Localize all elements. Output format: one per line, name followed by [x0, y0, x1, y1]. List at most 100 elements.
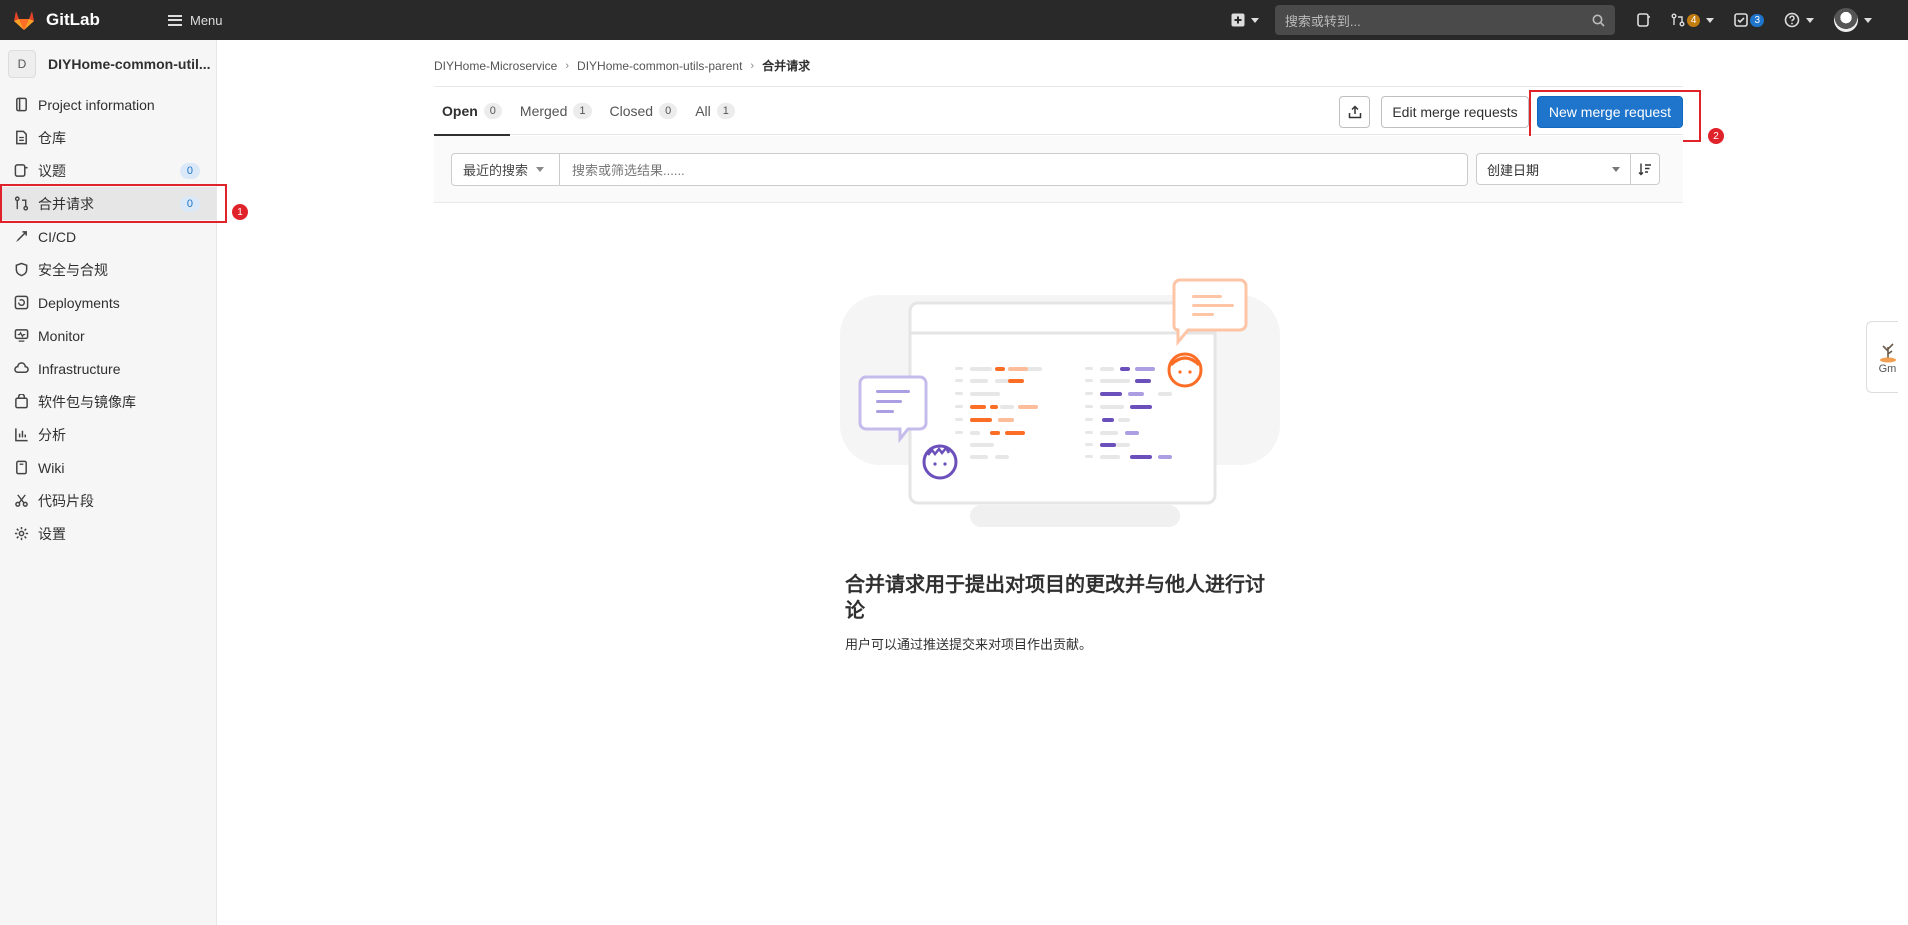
annotation-marker-2: 2 — [1708, 128, 1724, 144]
export-button[interactable] — [1339, 96, 1370, 128]
tab-closed[interactable]: Closed 0 — [602, 87, 686, 135]
issues-nav-button[interactable] — [1627, 0, 1661, 40]
sidebar-item-monitor[interactable]: Monitor — [0, 319, 216, 352]
sidebar-item-label: 代码片段 — [38, 492, 94, 509]
breadcrumb: DIYHome-Microservice › DIYHome-common-ut… — [434, 57, 810, 74]
mr-count-badge: 4 — [1686, 13, 1701, 27]
sidebar-item-wiki[interactable]: Wiki — [0, 451, 216, 484]
book-icon — [13, 460, 29, 476]
sidebar-item-packages-registries[interactable]: 软件包与镜像库 — [0, 385, 216, 418]
breadcrumb-project[interactable]: DIYHome-common-utils-parent — [577, 59, 742, 73]
sidebar-item-analytics[interactable]: 分析 — [0, 418, 216, 451]
merge-requests-nav-button[interactable]: 4 — [1661, 0, 1725, 40]
todos-nav-button[interactable]: 3 — [1724, 0, 1774, 40]
highlight-box-new-merge-request — [1529, 90, 1701, 142]
export-icon — [1348, 105, 1361, 119]
rocket-icon — [13, 229, 29, 245]
illustration-avatar-orange — [1167, 352, 1203, 388]
breadcrumb-group[interactable]: DIYHome-Microservice — [434, 59, 557, 73]
package-icon — [13, 394, 29, 410]
tab-count-badge: 1 — [716, 102, 735, 119]
monitor-icon — [13, 328, 29, 344]
issues-count-badge: 0 — [179, 162, 200, 179]
issues-icon — [13, 163, 29, 179]
sidebar-item-label: 仓库 — [38, 129, 66, 146]
project-name: DIYHome-common-util... — [48, 56, 211, 72]
search-placeholder: 搜索或转到... — [1284, 13, 1361, 29]
chevron-down-icon — [1706, 17, 1715, 23]
global-search-input[interactable]: 搜索或转到... — [1274, 5, 1615, 35]
sidebar-item-deployments[interactable]: Deployments — [0, 286, 216, 319]
sidebar-item-security-compliance[interactable]: 安全与合规 — [0, 253, 216, 286]
sidebar-item-issues[interactable]: 议题 0 — [0, 154, 216, 187]
project-avatar: D — [8, 50, 36, 78]
doc-icon — [13, 130, 29, 146]
sidebar-item-project-information[interactable]: Project information — [0, 88, 216, 121]
edit-merge-requests-button[interactable]: Edit merge requests — [1381, 96, 1529, 128]
empty-state-illustration — [840, 278, 1280, 527]
chevron-down-icon — [1806, 17, 1814, 23]
sort-by-label: 创建日期 — [1487, 162, 1540, 178]
sidebar-item-repository[interactable]: 仓库 — [0, 121, 216, 154]
user-menu-dropdown[interactable] — [1824, 0, 1908, 40]
sidebar-item-label: 软件包与镜像库 — [38, 393, 136, 410]
sidebar-item-snippets[interactable]: 代码片段 — [0, 484, 216, 517]
sidebar-item-label: 设置 — [38, 525, 66, 542]
brand[interactable]: GitLab — [0, 8, 150, 32]
annotation-marker-1: 1 — [232, 204, 248, 220]
plus-square-icon — [1231, 13, 1245, 27]
page-scrollbar[interactable] — [1898, 40, 1908, 925]
tab-label: Open — [442, 102, 478, 119]
tab-count-badge: 1 — [573, 102, 592, 119]
tree-icon — [1879, 343, 1896, 363]
project-sidebar: D DIYHome-common-util... Project informa… — [0, 40, 217, 925]
question-circle-icon — [1784, 12, 1800, 28]
sidebar-item-label: Deployments — [38, 294, 120, 311]
create-new-dropdown[interactable] — [1221, 0, 1269, 40]
sidebar-item-label: Infrastructure — [38, 360, 121, 377]
recent-searches-label: 最近的搜索 — [463, 163, 529, 178]
scissors-icon — [13, 493, 29, 509]
tab-all[interactable]: All 1 — [687, 87, 743, 135]
todo-check-icon — [1734, 13, 1749, 27]
tab-open[interactable]: Open 0 — [434, 87, 510, 136]
breadcrumb-current[interactable]: 合并请求 — [762, 57, 810, 74]
tab-label: Merged — [519, 102, 568, 119]
empty-state-title: 合并请求用于提出对项目的更改并与他人进行讨论 — [845, 574, 1265, 622]
search-icon — [1592, 14, 1605, 27]
sidebar-item-ci-cd[interactable]: CI/CD — [0, 220, 216, 253]
chevron-right-icon: › — [565, 59, 570, 72]
menu-label: Menu — [190, 12, 223, 28]
tab-count-badge: 0 — [659, 102, 678, 119]
brand-name: GitLab — [46, 10, 100, 29]
sidebar-item-label: Wiki — [38, 459, 65, 476]
help-dropdown[interactable] — [1774, 0, 1824, 40]
project-header[interactable]: D DIYHome-common-util... — [0, 40, 216, 88]
hamburger-icon — [168, 14, 182, 26]
tab-merged[interactable]: Merged 1 — [512, 87, 600, 135]
issues-icon — [1637, 13, 1650, 27]
illustration-chat-bubble-purple — [858, 375, 928, 444]
filter-search-input[interactable]: 搜索或筛选结果...... — [559, 153, 1468, 186]
sort-by-dropdown[interactable]: 创建日期 — [1476, 153, 1631, 185]
empty-state-description: 用户可以通过推送提交来对项目作出贡献。 — [845, 637, 1093, 652]
deploy-icon — [13, 295, 29, 311]
sidebar-item-infrastructure[interactable]: Infrastructure — [0, 352, 216, 385]
sidebar-item-settings[interactable]: 设置 — [0, 517, 216, 550]
shield-icon — [13, 262, 29, 278]
gitlab-logo-icon — [14, 11, 34, 30]
sort-direction-button[interactable] — [1630, 153, 1660, 185]
menu-button[interactable]: Menu — [160, 7, 231, 34]
chevron-down-icon — [1864, 17, 1872, 23]
sidebar-item-label: Monitor — [38, 327, 85, 344]
info-icon — [13, 97, 29, 113]
chevron-right-icon: › — [750, 59, 755, 72]
top-navbar: GitLab Menu 搜索或转到... 4 3 — [0, 0, 1908, 40]
illustration-avatar-purple — [922, 444, 958, 480]
chevron-down-icon — [536, 167, 545, 172]
filter-bar: 最近的搜索 搜索或筛选结果...... 创建日期 — [434, 136, 1683, 203]
side-widget-label: Gm — [1878, 363, 1897, 375]
recent-searches-dropdown[interactable]: 最近的搜索 — [451, 153, 559, 186]
cloud-icon — [13, 361, 29, 377]
sidebar-item-label: CI/CD — [38, 228, 77, 245]
